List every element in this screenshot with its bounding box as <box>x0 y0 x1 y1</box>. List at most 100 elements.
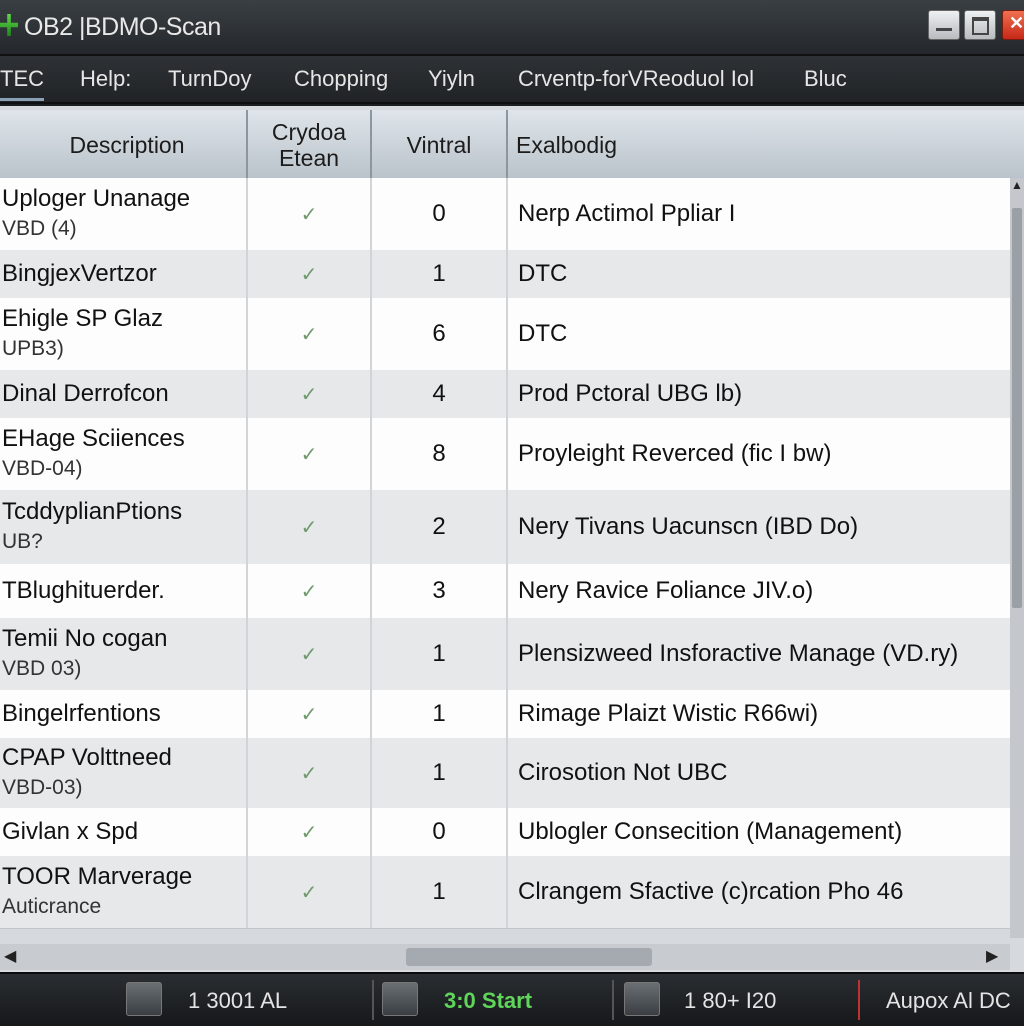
description-cell: EHage Sciiences VBD-04) <box>0 418 248 490</box>
menu-item-turndoy[interactable]: TurnDoy <box>168 66 252 92</box>
description-text: TOOR Marverage <box>2 863 193 890</box>
checkmark-icon[interactable]: ✓ <box>248 808 372 856</box>
column-header-description[interactable]: Description <box>0 110 248 180</box>
description-cell: Bingelrfentions <box>0 690 248 738</box>
description-cell: Ehigle SP Glaz UPB3) <box>0 298 248 370</box>
checkmark-icon[interactable]: ✓ <box>248 490 372 564</box>
table-row[interactable]: Ehigle SP Glaz UPB3) ✓ 6 DTC <box>0 298 1010 371</box>
checkmark-icon[interactable]: ✓ <box>248 250 372 298</box>
detail-cell: Prod Pctoral UBG lb) <box>518 380 743 407</box>
description-text: EHage Sciiences <box>2 425 185 452</box>
value-cell: 0 <box>372 808 508 856</box>
description-text: TcddyplianPtions <box>2 498 183 525</box>
checkmark-icon[interactable]: ✓ <box>248 738 372 808</box>
maximize-button[interactable] <box>964 10 996 40</box>
table-row[interactable]: Temii No cogan VBD 03) ✓ 1 Plensizweed Insfo… <box>0 618 1010 691</box>
scroll-up-icon[interactable]: ▲ <box>1010 178 1024 202</box>
description-text: Uploger Unanage <box>2 185 191 212</box>
value-cell: 8 <box>372 418 508 490</box>
detail-cell: Ublogler Consecition (Management) <box>518 818 903 845</box>
column-header-exalbodig[interactable]: Exalbodig <box>508 110 1024 180</box>
description-text: Temii No cogan <box>2 625 168 652</box>
close-button[interactable] <box>1002 10 1024 40</box>
vertical-scroll-thumb[interactable] <box>1012 208 1022 608</box>
value-cell: 3 <box>372 564 508 618</box>
detail-cell: Nery Ravice Foliance JIV.o) <box>518 577 814 604</box>
checkmark-icon[interactable]: ✓ <box>248 298 372 370</box>
horizontal-scrollbar[interactable]: ◀ ▶ <box>0 944 1010 970</box>
description-subtext: Auticrance <box>2 895 102 918</box>
status-field-3: 1 80+ I20 <box>684 988 777 1013</box>
table-row[interactable]: CPAP Volttneed VBD-03) ✓ 1 Cirosotion Not UB… <box>0 738 1010 809</box>
scan-tool-icon[interactable] <box>382 982 418 1016</box>
value-cell: 1 <box>372 250 508 298</box>
value-cell: 1 <box>372 690 508 738</box>
description-cell: TOOR Marverage Auticrance <box>0 856 248 928</box>
value-cell: 6 <box>372 298 508 370</box>
menu-bar: TEC Help: TurnDoy Chopping Yiyln Crventp… <box>0 56 1024 104</box>
detail-cell: Clrangem Sfactive (c)rcation Pho 46 <box>518 878 904 905</box>
column-header-crydoa[interactable]: Crydoa Etean <box>248 110 372 180</box>
menu-item-yiyln[interactable]: Yiyln <box>428 66 475 92</box>
detail-cell: Plensizweed Insforactive Manage (VD.ry) <box>518 640 959 667</box>
description-cell: TcddyplianPtions UB? <box>0 490 248 564</box>
detail-cell: Nerp Actimol Ppliar I <box>518 200 736 227</box>
table-row[interactable]: Givlan x Spd ✓ 0 Ublogler Consecition (Mana… <box>0 808 1010 857</box>
status-divider <box>858 980 860 1020</box>
detail-cell: Rimage Plaizt Wistic R66wi) <box>518 700 819 727</box>
table-row[interactable]: TOOR Marverage Auticrance ✓ 1 Clrangem Sfact… <box>0 856 1010 929</box>
menu-item-chopping[interactable]: Chopping <box>294 66 388 92</box>
chip-icon[interactable] <box>126 982 162 1016</box>
checkmark-icon[interactable]: ✓ <box>248 618 372 690</box>
description-text: Dinal Derrofcon <box>2 380 169 407</box>
description-text: TBlughituerder. <box>2 577 165 604</box>
checkmark-icon[interactable]: ✓ <box>248 856 372 928</box>
menu-item-crventp[interactable]: Crventp-forVReoduol Iol <box>518 66 754 92</box>
detail-cell: Proyleight Reverced (fic I bw) <box>518 440 832 467</box>
scroll-right-icon[interactable]: ▶ <box>986 946 998 966</box>
description-text: CPAP Volttneed <box>2 744 172 771</box>
checkmark-icon[interactable]: ✓ <box>248 370 372 418</box>
table-row[interactable]: BingjexVertzor ✓ 1 DTC <box>0 250 1010 299</box>
value-cell: 2 <box>372 490 508 564</box>
checkmark-icon[interactable]: ✓ <box>248 178 372 250</box>
monitor-icon[interactable] <box>624 982 660 1016</box>
checkmark-icon[interactable]: ✓ <box>248 418 372 490</box>
menu-item-bluc[interactable]: Bluc <box>804 66 847 92</box>
vertical-scrollbar[interactable]: ▲ <box>1010 178 1024 938</box>
detail-cell: DTC <box>518 260 568 287</box>
checkmark-icon[interactable]: ✓ <box>248 690 372 738</box>
value-cell: 4 <box>372 370 508 418</box>
description-cell: TBlughituerder. <box>0 564 248 618</box>
table-row[interactable]: TBlughituerder. ✓ 3 Nery Ravice Foliance JI… <box>0 564 1010 619</box>
table-row[interactable]: Dinal Derrofcon ✓ 4 Prod Pctoral UBG lb) <box>0 370 1010 419</box>
description-cell: BingjexVertzor <box>0 250 248 298</box>
value-cell: 1 <box>372 738 508 808</box>
description-text: BingjexVertzor <box>2 260 157 287</box>
start-button[interactable]: 3:0 Start <box>444 988 532 1014</box>
minimize-button[interactable] <box>928 10 960 40</box>
table-row[interactable]: Bingelrfentions ✓ 1 Rimage Plaizt Wistic R6… <box>0 690 1010 739</box>
description-subtext: UB? <box>2 530 43 553</box>
horizontal-scroll-thumb[interactable] <box>406 948 652 966</box>
table-row[interactable]: TcddyplianPtions UB? ✓ 2 Nery Tivans Uacunsc… <box>0 490 1010 565</box>
table-row[interactable]: EHage Sciiences VBD-04) ✓ 8 Proyleight Rever… <box>0 418 1010 491</box>
grid-header: Description Crydoa Etean Vintral Exalbod… <box>0 110 1024 182</box>
description-text: Givlan x Spd <box>2 818 139 845</box>
description-text: Bingelrfentions <box>2 700 161 727</box>
checkmark-icon[interactable]: ✓ <box>248 564 372 618</box>
table-row[interactable]: Uploger Unanage VBD (4) ✓ 0 Nerp Actimol Ppl… <box>0 178 1010 251</box>
scroll-left-icon[interactable]: ◀ <box>4 946 16 966</box>
description-subtext: VBD 03) <box>2 657 82 680</box>
data-grid: Description Crydoa Etean Vintral Exalbod… <box>0 106 1024 972</box>
detail-cell: Cirosotion Not UBC <box>518 759 728 786</box>
column-header-vintral[interactable]: Vintral <box>372 110 508 180</box>
description-cell: Givlan x Spd <box>0 808 248 856</box>
grid-body: Uploger Unanage VBD (4) ✓ 0 Nerp Actimol Ppl… <box>0 178 1010 938</box>
title-bar: OB2 |BDMO-Scan <box>0 0 1024 56</box>
status-divider <box>612 980 614 1020</box>
menu-item-help[interactable]: Help: <box>80 66 131 92</box>
description-cell: Temii No cogan VBD 03) <box>0 618 248 690</box>
window-title: OB2 |BDMO-Scan <box>24 13 221 41</box>
menu-item-tec[interactable]: TEC <box>0 66 44 101</box>
